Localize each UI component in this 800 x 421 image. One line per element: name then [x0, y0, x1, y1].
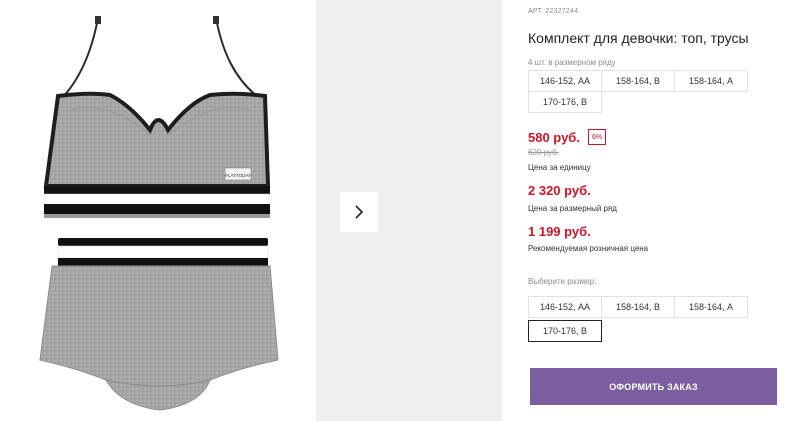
pack-size-option[interactable]: 146-152, АА	[528, 70, 602, 92]
next-image-button[interactable]	[340, 192, 378, 232]
old-price: 620 руб.	[528, 148, 559, 157]
retail-price: 1 199 руб.	[528, 224, 591, 239]
set-price: 2 320 руб.	[528, 183, 591, 198]
set-price-caption: Цена за размерный ряд	[528, 204, 617, 213]
pack-size-option[interactable]: 170-176, B	[528, 91, 602, 113]
product-photo-illustration: PLAYTODAY	[39, 16, 279, 411]
pack-note: 4 шт. в размерном ряду	[528, 58, 616, 67]
choose-size-label: Выберите размер:	[528, 277, 597, 286]
size-option[interactable]: 158-164, B	[601, 296, 675, 318]
place-order-button[interactable]: ОФОРМИТЬ ЗАКАЗ	[530, 368, 777, 405]
size-option[interactable]: 158-164, А	[674, 296, 748, 318]
product-sku: АРТ. 22327244	[528, 8, 579, 15]
product-title: Комплект для девочки: топ, трусы	[528, 30, 749, 46]
brand-tag-text: PLAYTODAY	[225, 173, 251, 178]
discount-badge: 6%	[588, 129, 607, 145]
product-photo[interactable]: PLAYTODAY	[0, 0, 316, 421]
retail-price-caption: Рекомендуемая розничная цена	[528, 244, 649, 253]
unit-price-caption: Цена за единицу	[528, 163, 591, 172]
size-option-selected[interactable]: 170-176, B	[528, 320, 602, 342]
chevron-right-icon	[355, 205, 364, 219]
product-gallery: PLAYTODAY	[0, 0, 508, 421]
size-option[interactable]: 146-152, АА	[528, 296, 602, 318]
unit-price: 580 руб.	[528, 130, 580, 145]
pack-size-option[interactable]: 158-164, А	[674, 70, 748, 92]
pack-size-option[interactable]: 158-164, B	[601, 70, 675, 92]
